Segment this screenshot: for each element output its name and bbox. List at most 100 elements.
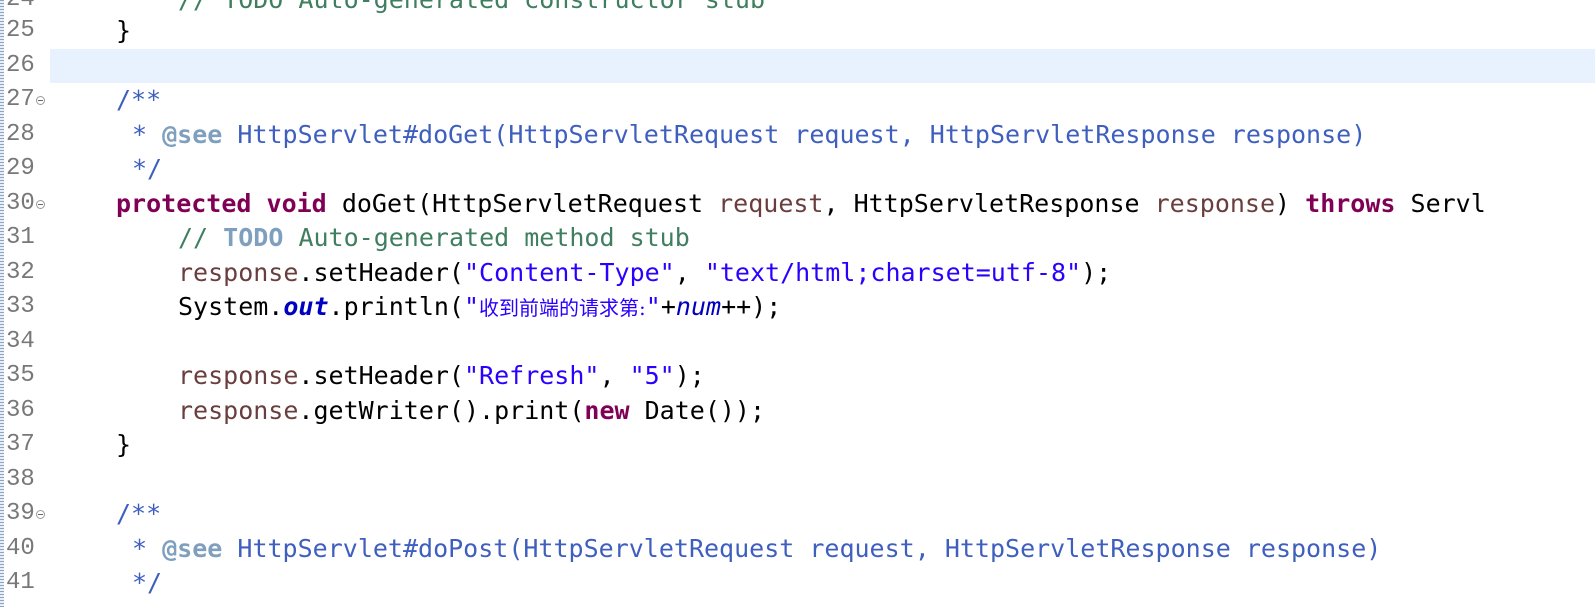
- code-line: 35 response.setHeader("Refresh", "5");: [0, 359, 1595, 394]
- code-line: 40 * @see HttpServlet#doPost(HttpServlet…: [0, 532, 1595, 567]
- code-text: .setHeader(: [298, 257, 464, 287]
- code-text: System.: [178, 292, 284, 321]
- javadoc-close: */: [132, 568, 163, 597]
- code-line: 41 */: [0, 566, 1595, 601]
- line-number: 30: [6, 189, 35, 217]
- variable: response: [178, 257, 299, 287]
- line-content: response.setHeader("Content-Type", "text…: [52, 256, 1111, 291]
- current-line[interactable]: 26: [0, 48, 1595, 83]
- closing-brace: }: [116, 430, 132, 459]
- code-line: 39 /**: [0, 497, 1595, 532]
- line-number: 40: [6, 534, 35, 562]
- javadoc-open: /**: [116, 85, 162, 114]
- line-number: 31: [6, 224, 35, 251]
- code-text: .setHeader(: [298, 361, 464, 390]
- line-number: 27: [6, 86, 35, 113]
- keyword: throws: [1305, 188, 1396, 218]
- current-line-highlight: [50, 48, 1595, 83]
- javadoc-text: HttpServlet#doPost(HttpServletRequest re…: [237, 533, 1382, 563]
- parameter: request: [718, 188, 824, 218]
- signature-text: ): [1275, 188, 1291, 218]
- signature-text: , HttpServletResponse: [823, 188, 1140, 218]
- keyword: void: [266, 188, 327, 218]
- line-content: * @see HttpServlet#doPost(HttpServletReq…: [52, 532, 1381, 567]
- string-quote: ": [463, 292, 480, 321]
- javadoc-open: /**: [116, 499, 162, 528]
- code-text: .println(: [328, 292, 464, 321]
- code-line: 25 }: [0, 14, 1595, 49]
- code-text: );: [1081, 257, 1112, 287]
- line-content: System.out.println("收到前端的请求第:"+num++);: [52, 290, 781, 325]
- code-text: +: [660, 292, 676, 321]
- line-content: */: [52, 566, 162, 601]
- line-number: 32: [6, 258, 35, 286]
- string-quote: ": [645, 292, 661, 321]
- javadoc-close: */: [132, 154, 163, 183]
- line-content: /**: [52, 497, 161, 532]
- line-number: 38: [6, 465, 35, 493]
- keyword: protected: [116, 188, 252, 218]
- line-content: }: [52, 14, 131, 49]
- variable: response: [178, 361, 299, 390]
- code-text: ,: [599, 361, 630, 390]
- comment: // TODO Auto-generated constructor stub: [178, 0, 765, 14]
- line-content: response.getWriter().print(new Date());: [52, 394, 765, 429]
- fold-collapse-icon[interactable]: [36, 199, 45, 209]
- line-number: 29: [6, 155, 35, 182]
- line-number: 34: [6, 327, 35, 355]
- code-line: 27 /**: [0, 83, 1595, 118]
- signature-text: Servl: [1410, 188, 1486, 218]
- line-number: 28: [6, 120, 35, 148]
- variable: response: [178, 395, 299, 425]
- string-literal-cjk: 收到前端的请求第:: [479, 296, 646, 320]
- line-content: * @see HttpServlet#doGet(HttpServletRequ…: [52, 118, 1366, 153]
- code-text: Date());: [629, 395, 766, 425]
- code-line: 29 */: [0, 152, 1595, 187]
- string-literal: "Content-Type": [464, 257, 675, 287]
- javadoc-tag: @see: [162, 119, 223, 149]
- fold-collapse-icon[interactable]: [36, 96, 45, 105]
- code-line: 34: [0, 325, 1595, 360]
- code-line: 28 * @see HttpServlet#doGet(HttpServletR…: [0, 118, 1595, 153]
- code-line: 37 }: [0, 428, 1595, 463]
- line-content: protected void doGet(HttpServletRequest …: [52, 187, 1486, 222]
- code-line: 38: [0, 463, 1595, 498]
- comment: Auto-generated method stub: [298, 223, 690, 252]
- javadoc-text: HttpServlet#doGet(HttpServletRequest req…: [237, 119, 1367, 149]
- fold-collapse-icon[interactable]: [36, 510, 45, 519]
- closing-brace: }: [116, 16, 132, 45]
- string-literal: "5": [629, 361, 675, 390]
- line-number: 36: [6, 396, 35, 424]
- todo-tag: TODO: [223, 223, 284, 252]
- static-field: out: [283, 292, 329, 321]
- line-number: 26: [6, 51, 35, 79]
- code-text: );: [674, 361, 705, 390]
- parameter: response: [1154, 188, 1276, 218]
- code-text: .getWriter().print(: [298, 395, 585, 425]
- comment-slash: //: [178, 223, 209, 252]
- code-line: 36 response.getWriter().print(new Date()…: [0, 394, 1595, 429]
- line-number: 39: [6, 500, 35, 527]
- line-content: response.setHeader("Refresh", "5");: [52, 359, 705, 394]
- string-literal: "Refresh": [464, 361, 600, 390]
- line-content: */: [52, 152, 162, 187]
- javadoc-star: *: [132, 533, 148, 563]
- code-editor[interactable]: 24 // TODO Auto-generated constructor st…: [0, 0, 1595, 607]
- code-text: ++);: [721, 292, 782, 321]
- static-variable: num: [675, 292, 722, 321]
- code-line: 32 response.setHeader("Content-Type", "t…: [0, 256, 1595, 291]
- code-line: 33 System.out.println("收到前端的请求第:"+num++)…: [0, 290, 1595, 325]
- line-content: }: [52, 428, 131, 463]
- line-content: // TODO Auto-generated method stub: [52, 221, 690, 256]
- method-signature: doGet(HttpServletRequest: [341, 188, 704, 218]
- code-line: 31 // TODO Auto-generated method stub: [0, 221, 1595, 256]
- code-text: ,: [674, 257, 705, 287]
- javadoc-tag: @see: [162, 533, 223, 563]
- keyword: new: [584, 395, 630, 425]
- line-number: 41: [6, 569, 35, 596]
- line-number: 33: [6, 293, 35, 320]
- code-line: 30 protected void doGet(HttpServletReque…: [0, 187, 1595, 222]
- string-literal: "text/html;charset=utf-8": [704, 257, 1082, 287]
- line-content: /**: [52, 83, 161, 118]
- line-number: 35: [6, 362, 35, 389]
